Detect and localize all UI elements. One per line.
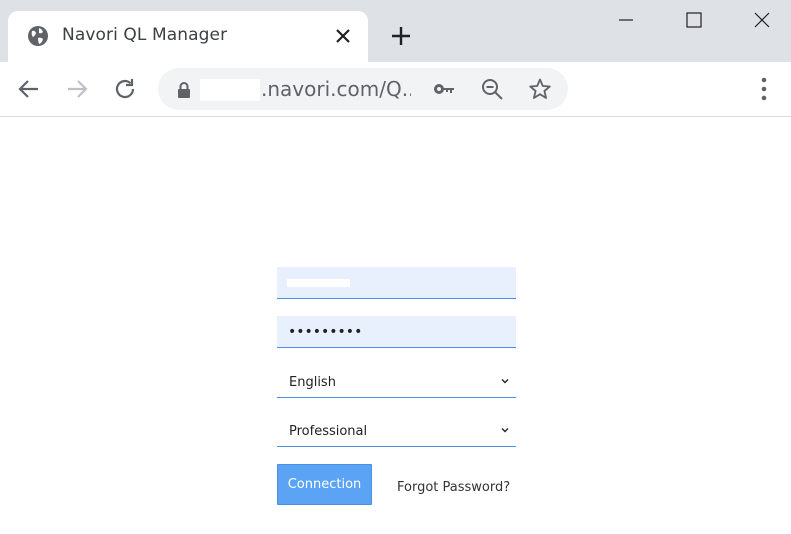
lock-icon[interactable] xyxy=(176,81,192,99)
password-input[interactable] xyxy=(277,316,516,347)
edition-select[interactable]: Professional xyxy=(277,415,516,447)
key-icon[interactable] xyxy=(432,77,456,101)
minimize-icon[interactable] xyxy=(612,8,640,34)
edition-value: Professional xyxy=(289,424,368,439)
tab-strip: Navori QL Manager xyxy=(0,0,791,62)
maximize-icon[interactable] xyxy=(680,8,708,34)
zoom-out-icon[interactable] xyxy=(480,77,504,101)
reload-icon[interactable] xyxy=(111,75,139,103)
back-arrow-icon[interactable] xyxy=(15,75,43,103)
language-value: English xyxy=(289,375,336,390)
address-bar[interactable]: .navori.com/Q... xyxy=(158,68,568,110)
close-tab-icon[interactable] xyxy=(334,27,352,45)
url-redaction xyxy=(200,79,260,101)
forward-arrow-icon[interactable] xyxy=(63,75,91,103)
connection-button[interactable]: Connection xyxy=(277,464,372,505)
url-text[interactable]: .navori.com/Q... xyxy=(261,77,411,101)
chevron-down-icon xyxy=(501,428,509,433)
bookmark-star-icon[interactable] xyxy=(528,77,552,101)
browser-tab[interactable]: Navori QL Manager xyxy=(8,11,368,62)
globe-icon xyxy=(28,26,48,46)
chevron-down-icon xyxy=(501,379,509,384)
username-field[interactable] xyxy=(277,267,516,299)
browser-toolbar: .navori.com/Q... xyxy=(0,62,791,117)
language-select[interactable]: English xyxy=(277,366,516,398)
new-tab-icon[interactable] xyxy=(389,24,413,48)
tab-title: Navori QL Manager xyxy=(62,25,228,45)
kebab-menu-icon[interactable] xyxy=(752,74,776,104)
window-close-icon[interactable] xyxy=(748,8,776,34)
username-redaction xyxy=(287,279,350,287)
forgot-password-link[interactable]: Forgot Password? xyxy=(397,480,510,495)
password-field[interactable] xyxy=(277,316,516,348)
